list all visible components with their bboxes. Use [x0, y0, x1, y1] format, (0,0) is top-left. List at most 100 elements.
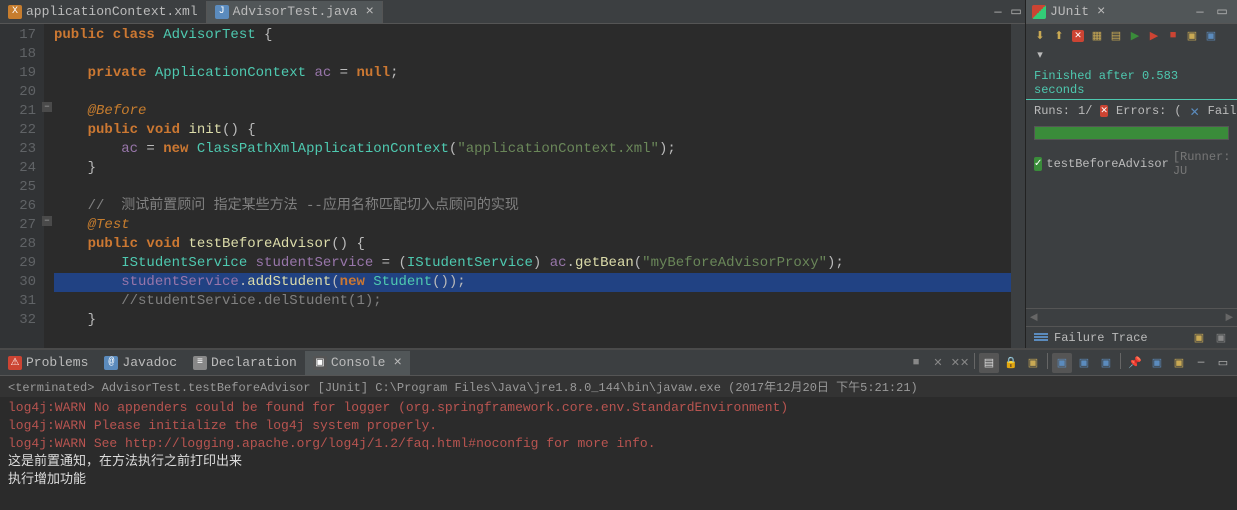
line-number[interactable]: 25 — [0, 178, 36, 197]
code-line[interactable]: // 测试前置顾问 指定某些方法 --应用名称匹配切入点顾问的实现 — [54, 197, 1011, 216]
bottom-tab-problems[interactable]: ⚠Problems — [0, 351, 96, 375]
console-line: log4j:WARN See http://logging.apache.org… — [8, 435, 1229, 453]
console-line: log4j:WARN Please initialize the log4j s… — [8, 417, 1229, 435]
junit-tree[interactable]: ✓testBeforeAdvisor [Runner: JU — [1026, 144, 1237, 308]
bottom-tab-console[interactable]: ▣ Console × — [305, 351, 410, 375]
minimize-icon[interactable]: — — [1191, 3, 1209, 21]
console-min-icon[interactable]: — — [1191, 353, 1211, 373]
line-number[interactable]: 31 — [0, 292, 36, 311]
code-line[interactable]: IStudentService studentService = (IStude… — [54, 254, 1011, 273]
line-number[interactable]: 20 — [0, 83, 36, 102]
scroll-lock-icon[interactable]: 🔒 — [1001, 353, 1021, 373]
bottom-tab-declaration[interactable]: ≡Declaration — [185, 351, 305, 375]
pin-icon[interactable]: ▣ — [1203, 28, 1219, 44]
code-line[interactable]: //studentService.delStudent(1); — [54, 292, 1011, 311]
console-header: <terminated> AdvisorTest.testBeforeAdvis… — [0, 376, 1237, 397]
line-number[interactable]: 26 — [0, 197, 36, 216]
show-stdout-icon[interactable]: ▣ — [1074, 353, 1094, 373]
history-icon[interactable]: ▣ — [1184, 28, 1200, 44]
tab-label: Declaration — [211, 355, 297, 370]
junit-title: JUnit — [1050, 4, 1089, 19]
runs-label: Runs: — [1034, 104, 1070, 118]
error-icon: ✕ — [1100, 105, 1108, 117]
code-line[interactable]: } — [54, 159, 1011, 178]
code-line[interactable]: ac = new ClassPathXmlApplicationContext(… — [54, 140, 1011, 159]
bottom-panel: ⚠Problems@Javadoc≡Declaration ▣ Console × ■… — [0, 348, 1237, 510]
remove-all-icon[interactable]: ✕✕ — [950, 353, 970, 373]
next-fail-icon[interactable]: ⬇ — [1032, 28, 1048, 44]
maximize-icon[interactable]: ▭ — [1213, 3, 1231, 21]
code-line[interactable]: public void init() { — [54, 121, 1011, 140]
failures-label: Failures: — [1208, 104, 1237, 118]
show-fail-icon[interactable]: ✕ — [1070, 28, 1086, 44]
editor-tab-bar: XapplicationContext.xmlJAdvisorTest.java… — [0, 0, 1025, 24]
trace-icon — [1034, 333, 1048, 343]
display-console-icon[interactable]: ▣ — [1052, 353, 1072, 373]
code-line[interactable]: public void testBeforeAdvisor() { — [54, 235, 1011, 254]
junit-panel: JUnit × — ▭ ⬇ ⬆ ✕ ▦ ▤ ▶ ▶ ■ ▣ ▣ ▾ Finish… — [1025, 0, 1237, 348]
menu-icon[interactable]: ▾ — [1032, 47, 1048, 63]
line-number[interactable]: 32 — [0, 311, 36, 330]
lock-scroll-icon[interactable]: ▦ — [1089, 28, 1105, 44]
rerun-fail-icon[interactable]: ▶ — [1146, 28, 1162, 44]
rerun-icon[interactable]: ▶ — [1127, 28, 1143, 44]
console-line: 这是前置通知，在方法执行之前打印出来 — [8, 453, 1229, 471]
tab-icon: ▣ — [313, 356, 327, 370]
terminate-relaunch-icon[interactable]: ■ — [906, 353, 926, 373]
code-line[interactable] — [54, 178, 1011, 197]
line-number[interactable]: 17 — [0, 26, 36, 45]
errors-count: ( — [1174, 104, 1181, 118]
word-wrap-icon[interactable]: ▣ — [1023, 353, 1043, 373]
line-number[interactable]: 22 — [0, 121, 36, 140]
code-line[interactable]: public class AdvisorTest { — [54, 26, 1011, 45]
line-number[interactable]: 19 — [0, 64, 36, 83]
code-line[interactable]: } — [54, 311, 1011, 330]
stop-icon[interactable]: ■ — [1165, 28, 1181, 44]
line-number[interactable]: 18 — [0, 45, 36, 64]
clear-console-icon[interactable]: ▤ — [979, 353, 999, 373]
console-max-icon[interactable]: ▭ — [1213, 353, 1233, 373]
line-number[interactable]: 30 — [0, 273, 36, 292]
junit-scrollbar[interactable]: ◄► — [1026, 308, 1237, 326]
code-body[interactable]: public class AdvisorTest { private Appli… — [44, 24, 1011, 348]
code-line[interactable]: studentService.addStudent(new Student())… — [54, 273, 1011, 292]
remove-launch-icon[interactable]: ✕ — [928, 353, 948, 373]
junit-test-item[interactable]: ✓testBeforeAdvisor [Runner: JU — [1034, 150, 1229, 178]
open-console-icon[interactable]: ▣ — [1147, 353, 1167, 373]
code-line[interactable]: @Before — [54, 102, 1011, 121]
close-icon[interactable]: × — [393, 355, 401, 371]
line-number[interactable]: 21 — [0, 102, 36, 121]
prev-fail-icon[interactable]: ⬆ — [1051, 28, 1067, 44]
junit-status: Finished after 0.583 seconds — [1026, 67, 1237, 100]
code-line[interactable]: @Test — [54, 216, 1011, 235]
minimize-icon[interactable]: — — [989, 3, 1007, 21]
console-output[interactable]: log4j:WARN No appenders could be found f… — [0, 397, 1237, 491]
line-number[interactable]: 23 — [0, 140, 36, 159]
close-icon[interactable]: × — [1097, 4, 1105, 20]
pin-console-icon[interactable]: 📌 — [1125, 353, 1145, 373]
show-stderr-icon[interactable]: ▣ — [1096, 353, 1116, 373]
code-line[interactable] — [54, 45, 1011, 64]
code-line[interactable] — [54, 83, 1011, 102]
runner-label: [Runner: JU — [1173, 150, 1231, 178]
editor-tab[interactable]: XapplicationContext.xml — [0, 1, 207, 23]
layout-icon[interactable]: ▤ — [1108, 28, 1124, 44]
bottom-tab-javadoc[interactable]: @Javadoc — [96, 351, 185, 375]
editor-tab[interactable]: JAdvisorTest.java× — [207, 1, 383, 23]
new-console-icon[interactable]: ▣ — [1169, 353, 1189, 373]
close-icon[interactable]: × — [365, 4, 373, 20]
line-number[interactable]: 27 — [0, 216, 36, 235]
filter-icon[interactable]: ▣ — [1191, 330, 1207, 346]
tab-label: Console — [331, 355, 386, 370]
code-line[interactable]: private ApplicationContext ac = null; — [54, 64, 1011, 83]
test-name: testBeforeAdvisor — [1046, 157, 1168, 171]
overview-ruler[interactable] — [1011, 24, 1025, 348]
code-editor[interactable]: 17181920212223242526272829303132 public … — [0, 24, 1025, 348]
maximize-icon[interactable]: ▭ — [1007, 3, 1025, 21]
compare-icon[interactable]: ▣ — [1213, 330, 1229, 346]
junit-tab[interactable]: JUnit × — ▭ — [1026, 0, 1237, 24]
line-number[interactable]: 24 — [0, 159, 36, 178]
line-number[interactable]: 28 — [0, 235, 36, 254]
tab-label: AdvisorTest.java — [233, 4, 358, 19]
line-number[interactable]: 29 — [0, 254, 36, 273]
